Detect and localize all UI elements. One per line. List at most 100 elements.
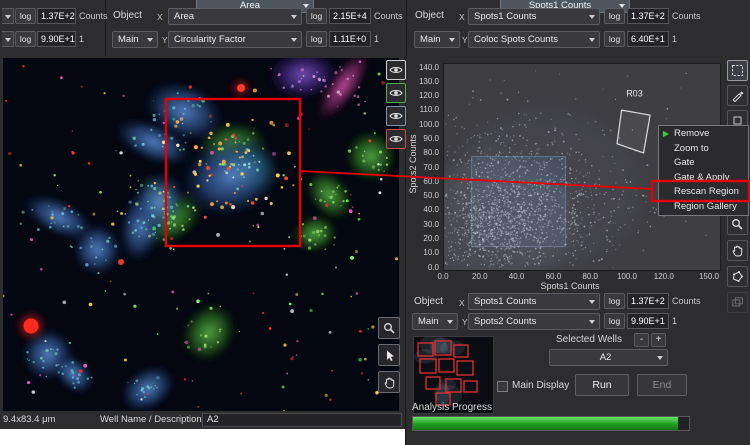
population-dropdown[interactable]: Main xyxy=(412,313,458,330)
y-axis-tag: Y xyxy=(462,317,468,327)
tool-pan-button[interactable] xyxy=(727,240,748,261)
image-zoom-tool-button[interactable] xyxy=(378,317,400,339)
value-field[interactable]: 1.11E+0 xyxy=(329,31,371,47)
value-field[interactable]: 1.37E+2 xyxy=(627,8,669,24)
y-tick-label: 20.0 xyxy=(423,233,439,243)
chevron-down-icon[interactable] xyxy=(2,31,14,47)
unit-label: Counts xyxy=(79,11,108,21)
population-dropdown[interactable]: Main xyxy=(112,31,158,48)
menu-item-region-gallery[interactable]: Region Gallery xyxy=(659,200,748,215)
value-field[interactable]: 9.90E+1 xyxy=(627,313,669,329)
pointer-icon xyxy=(386,350,394,361)
image-pointer-tool-button[interactable] xyxy=(378,344,400,366)
menu-item-rescan-region[interactable]: Rescan Region xyxy=(659,185,748,200)
channel-4-visibility-toggle[interactable] xyxy=(386,129,406,149)
tool-polygon-gate-button[interactable] xyxy=(727,266,748,287)
unit-label: 1 xyxy=(374,34,380,44)
value-field[interactable]: 1.37E+2 xyxy=(627,293,669,309)
region-rect-select-icon xyxy=(732,65,743,76)
menu-item-gate[interactable]: Gate xyxy=(659,156,748,171)
zoom-icon xyxy=(383,322,395,334)
y-tick-label: 50.0 xyxy=(423,191,439,201)
object-label: Object xyxy=(414,296,443,307)
x-property-dropdown[interactable]: Spots1 Counts xyxy=(468,8,600,25)
log-toggle[interactable]: log xyxy=(15,31,36,47)
log-toggle[interactable]: log xyxy=(604,293,625,309)
region-context-menu: Remove Zoom to Gate Gate & Apply Rescan Regi… xyxy=(658,125,749,216)
channel-3-visibility-toggle[interactable] xyxy=(386,106,406,126)
value-field[interactable]: 1.37E+2 xyxy=(37,8,76,24)
eye-icon xyxy=(389,90,403,96)
x-tick-label: 120.0 xyxy=(653,272,674,281)
y-tick-label: 110.0 xyxy=(419,105,439,115)
log-toggle[interactable]: log xyxy=(15,8,36,24)
chevron-down-icon[interactable] xyxy=(2,8,14,24)
end-button[interactable]: End xyxy=(637,374,687,396)
eye-icon xyxy=(389,67,403,73)
panel-separator xyxy=(406,0,407,56)
x-tick-label: 80.0 xyxy=(582,272,598,281)
log-toggle[interactable]: log xyxy=(604,8,625,24)
unit-label: 1 xyxy=(672,34,678,44)
unit-label: Counts xyxy=(374,11,403,21)
thumbnail-render xyxy=(414,337,491,411)
y-tick-label: 10.0 xyxy=(423,248,439,258)
y-property-dropdown[interactable]: Spots2 Counts xyxy=(468,313,600,330)
menu-item-zoom-to[interactable]: Zoom to xyxy=(659,142,748,157)
y-tick-label: 140.0 xyxy=(418,62,439,72)
main-display-checkbox[interactable] xyxy=(497,381,508,392)
y-tick-label: 100.0 xyxy=(418,119,439,129)
x-property-dropdown[interactable]: Spots1 Counts xyxy=(468,293,600,310)
microscopy-image-render xyxy=(3,58,399,411)
y-tick-label: 40.0 xyxy=(423,205,439,215)
analysis-progress-label: Analysis Progress xyxy=(412,402,493,413)
microscopy-image[interactable] xyxy=(3,58,399,411)
image-pan-tool-button[interactable] xyxy=(378,371,400,393)
menu-item-remove[interactable]: Remove xyxy=(659,127,748,142)
x-tick-label: 0.0 xyxy=(437,272,449,281)
selected-wells-label: Selected Wells xyxy=(556,334,622,345)
tool-region-draw-button[interactable] xyxy=(727,85,748,106)
population-dropdown[interactable]: Main xyxy=(414,31,460,48)
log-toggle[interactable]: log xyxy=(604,31,625,47)
y-tick-label: 70.0 xyxy=(423,162,439,172)
tool-region-rect-select-button[interactable] xyxy=(727,60,748,81)
channel-2-visibility-toggle[interactable] xyxy=(386,83,406,103)
well-selector-dropdown[interactable]: A2 xyxy=(549,349,668,366)
unit-label: Counts xyxy=(672,11,701,21)
object-label: Object xyxy=(415,10,444,21)
x-tick-label: 100.0 xyxy=(616,272,638,281)
region-draw-icon xyxy=(732,91,744,102)
menu-item-gate-apply[interactable]: Gate & Apply xyxy=(659,171,748,186)
add-well-button[interactable]: + xyxy=(651,333,666,347)
unit-label: 1 xyxy=(79,34,85,44)
well-name-field[interactable]: A2 xyxy=(202,413,402,427)
log-toggle[interactable]: log xyxy=(306,8,327,24)
main-display-label: Main Display xyxy=(512,380,570,391)
y-property-dropdown[interactable]: Coloc Spots Counts xyxy=(468,31,600,48)
run-button[interactable]: Run xyxy=(575,374,629,396)
x-property-dropdown[interactable]: Area xyxy=(168,8,302,25)
channel-1-visibility-toggle[interactable] xyxy=(386,60,406,80)
panel-separator xyxy=(105,0,106,56)
value-field[interactable]: 9.90E+1 xyxy=(37,31,76,47)
tool-zoom-button[interactable] xyxy=(727,214,748,235)
x-axis-tag: X xyxy=(459,298,465,308)
x-tick-label: 20.0 xyxy=(472,272,488,281)
remove-well-button[interactable]: - xyxy=(634,333,649,347)
well-name-label: Well Name / Description xyxy=(100,414,202,425)
value-field[interactable]: 6.40E+1 xyxy=(627,31,669,47)
x-axis-tag: X xyxy=(157,12,163,22)
eye-icon xyxy=(389,113,403,119)
app-window: log 1.37E+2 Counts log 9.90E+1 1 Area Ob… xyxy=(0,0,750,445)
value-field[interactable]: 2.15E+4 xyxy=(329,8,371,24)
log-toggle[interactable]: log xyxy=(306,31,327,47)
eye-icon xyxy=(389,136,403,142)
x-tick-label: 40.0 xyxy=(508,272,525,281)
tool-region-gallery-button[interactable] xyxy=(727,292,748,313)
log-toggle[interactable]: log xyxy=(604,313,625,329)
y-property-dropdown[interactable]: Circularity Factor xyxy=(168,31,302,48)
zoom-icon xyxy=(732,219,743,230)
object-label: Object xyxy=(113,10,142,21)
y-axis-tag: Y xyxy=(162,35,168,45)
